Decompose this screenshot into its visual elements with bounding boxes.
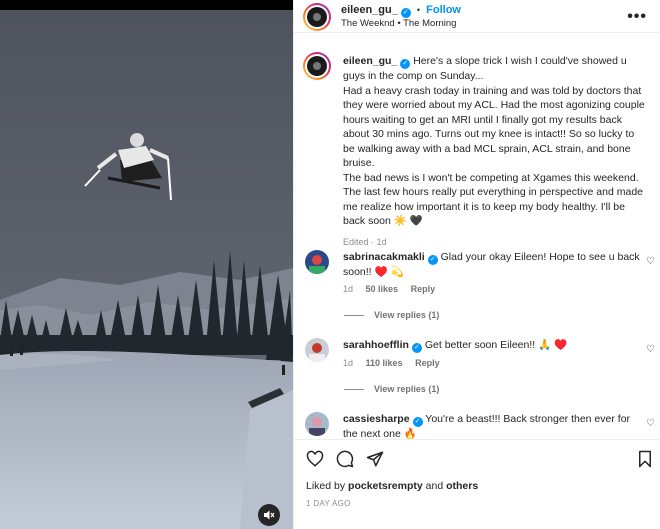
comment-meta: 1d 110 likes Reply: [343, 358, 440, 368]
commenter-avatar[interactable]: [305, 250, 329, 274]
comment-meta: 1d 50 likes Reply: [343, 284, 435, 294]
liked-by-and: and: [425, 480, 444, 492]
caption-line-2: Had a heavy crash today in training and …: [343, 84, 645, 170]
commenter-avatar[interactable]: [305, 412, 329, 436]
skier-scene-image: [0, 10, 293, 529]
comment-username[interactable]: cassiesharpe: [343, 413, 410, 425]
comment-text: sarahhoefflin ✓ Get better soon Eileen!! …: [343, 338, 643, 353]
comment-likes[interactable]: 50 likes: [366, 284, 399, 294]
header-title-row: eileen_gu_ ✓ • Follow: [341, 4, 461, 18]
verified-badge-icon: ✓: [412, 417, 423, 427]
caption-meta: Edited · 1d: [343, 236, 387, 247]
comment-username[interactable]: sarahhoefflin: [343, 339, 409, 351]
comment-icon[interactable]: [336, 450, 354, 468]
separator-dot: •: [416, 5, 421, 15]
verified-badge-icon: ✓: [400, 8, 411, 18]
post-actions-bar: Liked by pocketsrempty and others 1 DAY …: [294, 439, 660, 529]
comment-text: sabrinacakmakli ✓ Glad your okay Eileen! …: [343, 250, 643, 280]
comment-like-heart-icon[interactable]: ♡: [646, 418, 655, 429]
media-top-bar: [0, 0, 293, 10]
follow-button[interactable]: Follow: [426, 4, 461, 16]
comment-like-heart-icon[interactable]: ♡: [646, 344, 655, 355]
liked-by-user-link[interactable]: pocketsrempty: [348, 480, 423, 492]
caption-line-3: The bad news is I won't be competing at …: [343, 171, 643, 228]
view-replies-button[interactable]: View replies (1): [344, 310, 439, 320]
commenter-avatar[interactable]: [305, 338, 329, 362]
post-caption: eileen_gu_ ✓ Here's a slope trick I wish …: [343, 54, 648, 249]
view-replies-label: View replies (1): [374, 384, 440, 394]
comment-text: cassiesharpe ✓ You're a beast!!! Back str…: [343, 412, 643, 439]
liked-by-prefix: Liked by: [306, 480, 346, 492]
bookmark-icon[interactable]: [637, 450, 653, 468]
comments-scroll-area[interactable]: eileen_gu_ ✓ Here's a slope trick I wish …: [294, 34, 660, 439]
comment-body: Get better soon Eileen!! 🙏 ♥️: [424, 339, 568, 351]
mute-toggle-button[interactable]: [258, 504, 280, 526]
author-avatar[interactable]: [303, 3, 331, 31]
comment-time: 1d: [343, 358, 354, 368]
comment-time: 1d: [343, 284, 354, 294]
comment-likes[interactable]: 110 likes: [366, 358, 403, 368]
verified-badge-icon: ✓: [427, 255, 438, 265]
caption-author-avatar[interactable]: [303, 52, 331, 80]
comment-like-heart-icon[interactable]: ♡: [646, 256, 655, 267]
post-detail-panel: eileen_gu_ ✓ • Follow The Weeknd • The Mo…: [293, 0, 660, 529]
comment-reply-button[interactable]: Reply: [415, 358, 440, 368]
liked-by-others-link[interactable]: others: [446, 480, 478, 492]
muted-speaker-icon: [264, 510, 275, 520]
view-replies-label: View replies (1): [374, 310, 440, 320]
post-header: eileen_gu_ ✓ • Follow The Weeknd • The Mo…: [294, 0, 660, 33]
liked-by-summary: Liked by pocketsrempty and others: [306, 480, 478, 492]
comment-username[interactable]: sabrinacakmakli: [343, 251, 425, 263]
post-date[interactable]: 1 DAY AGO: [306, 499, 351, 508]
verified-badge-icon: ✓: [411, 343, 422, 353]
comment-reply-button[interactable]: Reply: [411, 284, 436, 294]
audio-track-link[interactable]: The Weeknd • The Morning: [341, 18, 456, 29]
view-replies-button[interactable]: View replies (1): [344, 384, 439, 394]
caption-username[interactable]: eileen_gu_: [343, 55, 397, 67]
like-heart-icon[interactable]: [306, 450, 324, 468]
share-icon[interactable]: [366, 450, 384, 468]
more-options-icon[interactable]: •••: [627, 8, 647, 26]
author-username[interactable]: eileen_gu_: [341, 4, 398, 16]
verified-badge-icon: ✓: [400, 59, 411, 69]
post-media-video[interactable]: [0, 0, 293, 529]
